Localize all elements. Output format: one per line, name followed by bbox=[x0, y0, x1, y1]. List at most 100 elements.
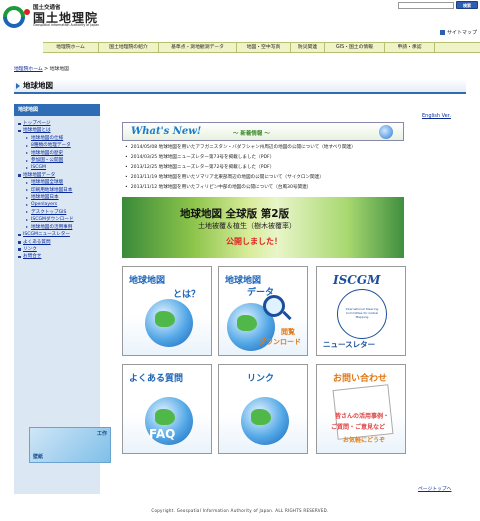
sidebar: 地球地図 トップページ 地球地図とは地球地図の仕様 8種類の地理データ 地球地図の歴史… bbox=[14, 104, 111, 494]
gsi-logo-icon[interactable] bbox=[3, 6, 33, 28]
nav-item-geodetic[interactable]: 基準点・測地観測データ bbox=[159, 43, 237, 52]
sidebar-item[interactable]: Openlayers bbox=[17, 201, 97, 208]
news-item[interactable]: 2014/03/25 地球地図ニューズレター第73号を掲載しました（PDF） bbox=[125, 153, 465, 163]
news-item[interactable]: 2013/11/19 地球地図を用いたソマリア北東部周辺の地図の公開について（サ… bbox=[125, 173, 465, 183]
sidebar-item[interactable]: 地球地図データ bbox=[17, 172, 97, 179]
sidebar-item-label[interactable]: 地球地図の活用事例 bbox=[31, 225, 72, 230]
sidebar-heading: 地球地図 bbox=[14, 104, 100, 116]
sidebar-item-label[interactable]: 地球地図日本 bbox=[31, 195, 59, 200]
news-item[interactable]: 2013/12/25 地球地図ニューズレター第72号を掲載しました（PDF） bbox=[125, 163, 465, 173]
sidebar-item[interactable]: 印刷用地球地図日本 bbox=[17, 187, 97, 194]
hero-announcement: 公開しました！ bbox=[226, 237, 282, 246]
tile-inquiry-title: お問い合わせ bbox=[333, 374, 388, 384]
nav-item-maps[interactable]: 地図・空中写真 bbox=[237, 43, 291, 52]
sidebar-item[interactable]: 地球地図とは bbox=[17, 127, 97, 134]
sidebar-item-label[interactable]: 参加国・公開国 bbox=[31, 158, 63, 163]
sidebar-item-label[interactable]: 8種類の地理データ bbox=[31, 143, 71, 148]
tile-data-view: 閲覧 bbox=[281, 328, 295, 336]
sitemap-label: サイトマップ bbox=[447, 30, 478, 36]
nav-item-gis[interactable]: GIS・国土の情報 bbox=[325, 43, 385, 52]
sidebar-item[interactable]: ISCGMダウンロード bbox=[17, 216, 97, 223]
nav-item-home[interactable]: 地理院ホーム bbox=[43, 43, 99, 52]
wallpaper-banner[interactable]: 工作 壁紙 bbox=[29, 427, 111, 463]
hero-subtitle: 土地被覆＆植生（樹木被覆率） bbox=[198, 222, 296, 230]
sidebar-item[interactable]: ISCGM bbox=[17, 164, 97, 171]
tile-data-download: ダウンロード bbox=[259, 338, 301, 346]
news-item[interactable]: 2014/05/08 地球地図を用いたアフガニスタン・バダフシャン州周辺の地図の… bbox=[125, 143, 465, 153]
news-list: 2014/05/08 地球地図を用いたアフガニスタン・バダフシャン州周辺の地図の… bbox=[125, 143, 465, 193]
sidebar-item-label[interactable]: 地球地図データ bbox=[23, 173, 55, 178]
tile-inquiry[interactable]: お問い合わせ 皆さんの活用事例・ ご質問・ご意見など お気軽にどうぞ bbox=[316, 364, 406, 454]
sidebar-item[interactable]: 参加国・公開国 bbox=[17, 157, 97, 164]
banner-craft-label: 工作 bbox=[96, 431, 107, 437]
breadcrumb-current: 地球地図 bbox=[49, 67, 69, 72]
breadcrumb-home[interactable]: 地理院ホーム bbox=[14, 67, 43, 72]
sidebar-item-label[interactable]: 地球地図の歴史 bbox=[31, 151, 63, 156]
search-input[interactable] bbox=[398, 2, 454, 9]
globe-icon bbox=[379, 125, 393, 139]
sitemap-icon bbox=[440, 30, 445, 35]
global-nav: 地理院ホーム 国土地理院の紹介 基準点・測地観測データ 地図・空中写真 防災関連… bbox=[43, 42, 480, 53]
sidebar-item[interactable]: 8種類の地理データ bbox=[17, 142, 97, 149]
sidebar-item[interactable]: お問合せ bbox=[17, 253, 97, 260]
sidebar-item-label[interactable]: 地球地図とは bbox=[23, 128, 51, 133]
sidebar-item[interactable]: ISCGMニュースレター bbox=[17, 231, 97, 238]
tile-faq-label: FAQ bbox=[149, 427, 176, 441]
tile-faq[interactable]: よくある質問 FAQ bbox=[122, 364, 212, 454]
whats-new-subtitle: ～ 新着情報 ～ bbox=[233, 131, 270, 137]
hero-title: 地球地図 全球版 第2版 bbox=[180, 208, 290, 220]
sidebar-item[interactable]: 地球地図全球版 bbox=[17, 179, 97, 186]
nav-item-about[interactable]: 国土地理院の紹介 bbox=[99, 43, 159, 52]
sidebar-item[interactable]: 地球地図日本 bbox=[17, 194, 97, 201]
sidebar-item-label[interactable]: 地球地図の仕様 bbox=[31, 136, 63, 141]
tile-iscgm-newsletter: ニュースレター bbox=[323, 340, 376, 349]
sidebar-item-label[interactable]: Openlayers bbox=[31, 202, 57, 207]
sidebar-item-label[interactable]: ISCGMダウンロード bbox=[31, 217, 74, 222]
sidebar-item-label[interactable]: トップページ bbox=[23, 121, 50, 126]
sidebar-item[interactable]: リンク bbox=[17, 246, 97, 253]
sidebar-item[interactable]: よくある質問 bbox=[17, 239, 97, 246]
news-item[interactable]: 2013/11/12 地球地図を用いたフィリピン中部の地図の公開について（台風3… bbox=[125, 183, 465, 193]
tile-iscgm[interactable]: ISCGM International Steering Committee f… bbox=[316, 266, 406, 356]
banner-wallpaper-label: 壁紙 bbox=[33, 454, 44, 460]
org-name-en: Geospatial Information Authority of Japa… bbox=[33, 23, 100, 27]
page-top-link[interactable]: ページトップへ bbox=[418, 485, 451, 492]
sidebar-item-label[interactable]: ISCGM bbox=[31, 165, 46, 170]
sidebar-item[interactable]: トップページ bbox=[17, 120, 97, 127]
whats-new-header: What's New! ～ 新着情報 ～ bbox=[122, 122, 404, 141]
sidebar-item-label[interactable]: よくある質問 bbox=[23, 240, 51, 245]
globe-icon bbox=[145, 299, 193, 347]
tile-links-title: リンク bbox=[247, 374, 275, 384]
sidebar-item[interactable]: 地球地図の仕様 bbox=[17, 135, 97, 142]
tile-links[interactable]: リンク bbox=[218, 364, 308, 454]
tile-inquiry-line2: ご質問・ご意見など bbox=[331, 424, 386, 431]
sidebar-item-label[interactable]: リンク bbox=[23, 247, 37, 252]
sidebar-item-label[interactable]: 印刷用地球地図日本 bbox=[31, 188, 72, 193]
whats-new-title: What's New! bbox=[131, 126, 202, 137]
tile-inquiry-line3: お気軽にどうぞ bbox=[343, 437, 386, 444]
sidebar-item-label[interactable]: 地球地図全球版 bbox=[31, 180, 63, 185]
hero-banner[interactable]: 地球地図 全球版 第2版 土地被覆＆植生（樹木被覆率） 公開しました！ bbox=[122, 197, 404, 258]
nav-item-apply[interactable]: 申請・承認 bbox=[385, 43, 435, 52]
tile-data[interactable]: 地球地図 データ 閲覧 ダウンロード bbox=[218, 266, 308, 356]
breadcrumb: 地理院ホーム > 地球地図 bbox=[14, 65, 69, 72]
sidebar-item[interactable]: 地球地図の活用事例 bbox=[17, 224, 97, 231]
tile-inquiry-line1: 皆さんの活用事例・ bbox=[335, 413, 390, 420]
tile-about[interactable]: 地球地図 とは？ bbox=[122, 266, 212, 356]
magnifier-icon bbox=[263, 295, 285, 317]
sidebar-item[interactable]: 地球地図の歴史 bbox=[17, 150, 97, 157]
sidebar-item-label[interactable]: お問合せ bbox=[23, 254, 41, 259]
sidebar-item-label[interactable]: ISCGMニュースレター bbox=[23, 232, 70, 237]
globe-icon bbox=[241, 397, 289, 445]
tile-iscgm-title: ISCGM bbox=[333, 273, 381, 287]
search-button[interactable]: 検索 bbox=[456, 1, 478, 9]
sidebar-item[interactable]: デスクトップGIS bbox=[17, 209, 97, 216]
sidebar-item-label[interactable]: デスクトップGIS bbox=[31, 210, 66, 215]
page-title: 地球地図 bbox=[14, 79, 466, 94]
sidebar-list: トップページ 地球地図とは地球地図の仕様 8種類の地理データ 地球地図の歴史 参加国・公… bbox=[14, 116, 100, 265]
english-version-link[interactable]: English Ver. bbox=[422, 113, 451, 119]
sitemap-link[interactable]: サイトマップ bbox=[440, 29, 477, 36]
tile-faq-title: よくある質問 bbox=[129, 374, 184, 384]
nav-item-disaster[interactable]: 防災関連 bbox=[291, 43, 325, 52]
iscgm-emblem-text: International Steering Committee for Glo… bbox=[345, 307, 379, 319]
